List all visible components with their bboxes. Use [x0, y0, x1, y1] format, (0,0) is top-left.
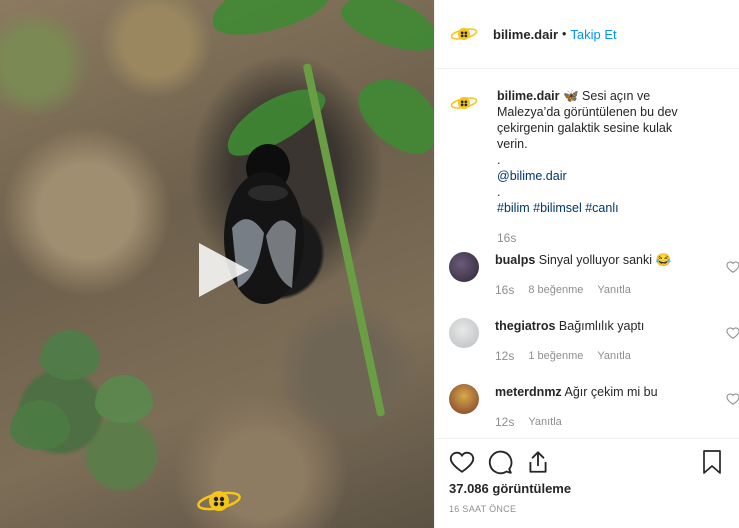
comment-text: Bağımlılık yaptı [558, 319, 645, 333]
comment-username[interactable]: bualps [495, 253, 535, 267]
play-icon[interactable] [193, 241, 251, 299]
comment-item: meterdnmz Ağır çekim mi bu 12s Yanıtla [449, 384, 739, 430]
post-caption: bilime.dair 🦋 Sesi açın ve Malezya’da gö… [449, 88, 729, 246]
bookmark-icon[interactable] [700, 449, 724, 475]
brand-logo-icon [450, 27, 478, 41]
watermark-logo [197, 491, 241, 511]
view-count[interactable]: 37.086 görüntüleme [449, 481, 571, 496]
comment-text: Ağır çekim mi bu [564, 385, 658, 399]
avatar[interactable] [449, 252, 479, 282]
post-timestamp[interactable]: 16 SAAT ÖNCE [449, 504, 516, 514]
header-separator: • [562, 27, 567, 41]
comment-icon[interactable] [487, 449, 513, 475]
reply-button[interactable]: Yanıtla [597, 348, 630, 364]
caption-dot: . [497, 185, 501, 199]
caption-mention[interactable]: @bilime.dair [497, 168, 697, 184]
leaf-decoration [346, 63, 434, 167]
avatar[interactable] [449, 19, 479, 49]
comment-item: thegiatros Bağımlılık yaptı 12s 1 beğenm… [449, 318, 739, 364]
leaf-decoration [95, 375, 153, 423]
follow-button[interactable]: Takip Et [570, 27, 616, 42]
comment-time: 16s [495, 283, 515, 297]
comment-text: Sinyal yolluyor sanki 😂 [538, 253, 672, 267]
heart-icon[interactable] [726, 326, 739, 340]
caption-hashtags[interactable]: #bilim #bilimsel #canlı [497, 200, 697, 216]
share-icon[interactable] [525, 449, 551, 475]
comment-username[interactable]: meterdnmz [495, 385, 562, 399]
avatar[interactable] [449, 384, 479, 414]
post-header: bilime.dair • Takip Et [435, 0, 739, 69]
post-video[interactable] [0, 0, 434, 528]
comment-username[interactable]: thegiatros [495, 319, 555, 333]
post-sidebar: bilime.dair • Takip Et bilime.dair 🦋 Ses… [434, 0, 739, 528]
brand-logo-icon [450, 96, 478, 110]
heart-icon[interactable] [449, 449, 475, 475]
post-actions: 37.086 görüntüleme 16 SAAT ÖNCE [435, 438, 739, 528]
comment-item: bualps Sinyal yolluyor sanki 😂 16s 8 beğ… [449, 252, 739, 298]
header-username[interactable]: bilime.dair [493, 27, 558, 42]
reply-button[interactable]: Yanıtla [528, 414, 561, 430]
comment-time: 12s [495, 349, 515, 363]
heart-icon[interactable] [726, 392, 739, 406]
comment-time: 12s [495, 415, 515, 429]
comments-list[interactable]: bilime.dair 🦋 Sesi açın ve Malezya’da gö… [435, 70, 739, 438]
leaf-decoration [205, 0, 335, 45]
leaf-decoration [40, 330, 100, 380]
caption-username[interactable]: bilime.dair [497, 89, 560, 103]
comment-likes[interactable]: 1 beğenme [528, 348, 583, 364]
caption-time: 16s [497, 231, 517, 245]
avatar[interactable] [449, 88, 479, 118]
leaf-decoration [335, 0, 434, 61]
avatar[interactable] [449, 318, 479, 348]
reply-button[interactable]: Yanıtla [597, 282, 630, 298]
comment-likes[interactable]: 8 beğenme [528, 282, 583, 298]
leaf-decoration [10, 400, 70, 450]
caption-dot: . [497, 153, 501, 167]
heart-icon[interactable] [726, 260, 739, 274]
